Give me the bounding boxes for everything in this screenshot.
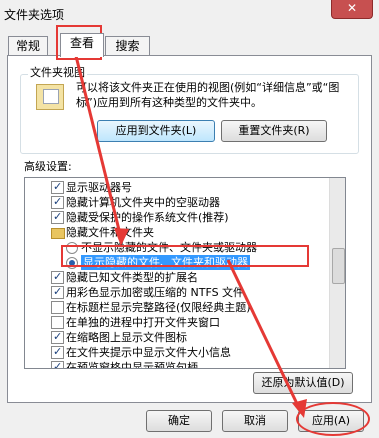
checkbox[interactable] <box>51 209 64 224</box>
checkbox[interactable] <box>51 344 64 359</box>
list-item[interactable]: 隐藏受保护的操作系统文件(推荐) <box>25 209 325 225</box>
checkbox[interactable] <box>51 316 64 329</box>
folder-icon <box>51 228 65 239</box>
list-scrollbar[interactable] <box>329 178 345 368</box>
cancel-button[interactable]: 取消 <box>222 410 288 432</box>
list-item[interactable]: 隐藏已知文件类型的扩展名 <box>25 269 325 285</box>
folder-views-description: 可以将该文件夹正在使用的视图(例如“详细信息”或“图标”)应用到所有这种类型的文… <box>76 81 340 109</box>
list-item[interactable]: 在文件夹提示中显示文件大小信息 <box>25 344 325 360</box>
window-title: 文件夹选项 <box>4 8 65 22</box>
list-item[interactable]: 隐藏计算机文件夹中的空驱动器 <box>25 194 325 210</box>
folder-views-legend: 文件夹视图 <box>28 64 87 80</box>
close-button[interactable]: ✕ <box>331 0 373 19</box>
list-item[interactable]: 在预览窗格中显示预览句柄 <box>25 359 325 368</box>
checkbox[interactable] <box>51 301 64 314</box>
close-icon: ✕ <box>346 1 358 15</box>
folder-view-icon <box>36 84 64 110</box>
annotation-box-show-hidden <box>61 245 309 267</box>
checkbox[interactable] <box>51 359 64 368</box>
list-item[interactable]: 显示驱动器号 <box>25 179 325 195</box>
title-bar: 文件夹选项 ✕ <box>0 0 379 28</box>
tab-search[interactable]: 搜索 <box>105 36 150 56</box>
tab-general[interactable]: 常规 <box>8 36 48 56</box>
scrollbar-thumb[interactable] <box>332 248 345 284</box>
apply-to-folders-button[interactable]: 应用到文件夹(L) <box>97 120 215 142</box>
advanced-settings-label: 高级设置: <box>24 160 72 173</box>
restore-defaults-button[interactable]: 还原为默认值(D) <box>253 372 353 394</box>
checkbox[interactable] <box>51 329 64 344</box>
checkbox[interactable] <box>51 194 64 209</box>
list-item: 隐藏文件和文件夹 <box>25 225 325 240</box>
tab-view[interactable]: 查看 <box>60 33 104 57</box>
advanced-settings-list[interactable]: 显示驱动器号 隐藏计算机文件夹中的空驱动器 隐藏受保护的操作系统文件(推荐) 隐… <box>24 177 346 369</box>
list-item[interactable]: 用彩色显示加密或压缩的 NTFS 文件 <box>25 284 325 300</box>
ok-button[interactable]: 确定 <box>146 410 212 432</box>
reset-folders-button[interactable]: 重置文件夹(R) <box>221 120 327 142</box>
annotation-circle-apply <box>296 402 370 436</box>
list-item[interactable]: 在缩略图上显示文件图标 <box>25 329 325 345</box>
list-item[interactable]: 在单独的进程中打开文件夹窗口 <box>25 315 325 330</box>
folder-options-dialog: 文件夹选项 ✕ 常规 查看 搜索 文件夹视图 可以将该文件夹正在使用的视图(例如… <box>0 0 379 438</box>
checkbox[interactable] <box>51 179 64 194</box>
checkbox[interactable] <box>51 269 64 284</box>
list-item[interactable]: 在标题栏显示完整路径(仅限经典主题) <box>25 300 325 315</box>
checkbox[interactable] <box>51 284 64 299</box>
